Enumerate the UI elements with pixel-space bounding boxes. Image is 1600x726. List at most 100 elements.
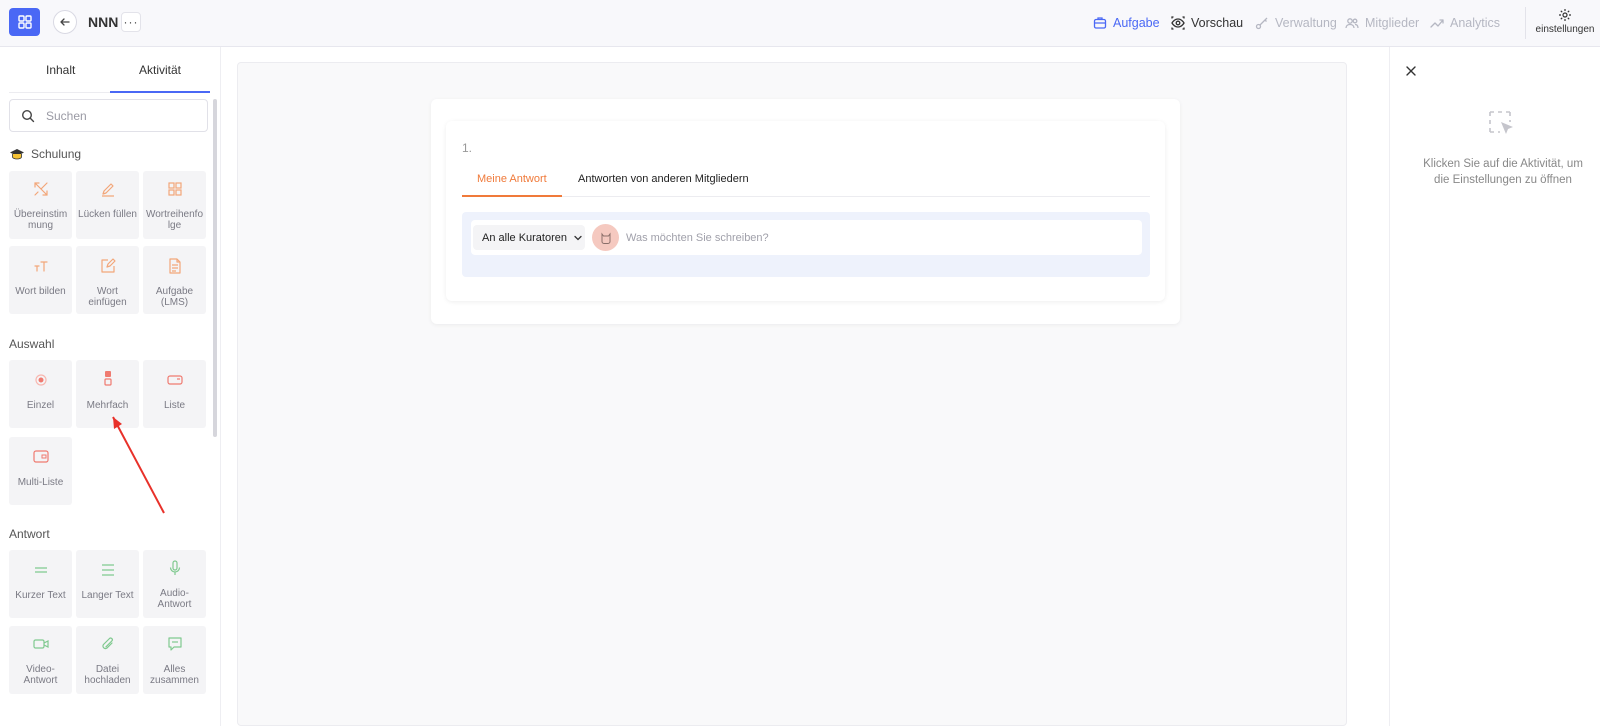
nav-verwaltung-label: Verwaltung [1275, 16, 1337, 30]
checkbox-stack-icon [104, 371, 112, 386]
nav-vorschau-label: Vorschau [1191, 16, 1244, 30]
answer-tabs-divider [462, 196, 1150, 197]
sidebar-tabs: Inhalt Aktivität [9, 47, 210, 93]
top-bar: NNN ··· Aufgabe Vorschau Verwaltung Mitg… [0, 0, 1600, 47]
activity-card-aufgabe-lms[interactable]: Aufgabe (LMS) [143, 246, 206, 314]
activity-card-datei-hochladen[interactable]: Datei hochladen [76, 626, 139, 694]
activity-card-label: Multi-Liste [17, 477, 64, 488]
project-title: NNN [88, 14, 119, 30]
pencil-icon [102, 183, 114, 197]
tab-aktivitaet[interactable]: Aktivität [139, 63, 181, 77]
multi-dropdown-icon [33, 450, 49, 463]
activity-card-uebereinstimmung[interactable]: Übereinstim mung [9, 171, 72, 239]
tab-antworten-anderer[interactable]: Antworten von anderen Mitgliedern [578, 173, 749, 185]
activity-card-label: Aufgabe (LMS) [155, 286, 194, 308]
activity-card-label: Lücken füllen [78, 209, 137, 220]
activity-card-kurzer-text[interactable]: Kurzer Text [9, 550, 72, 618]
back-button[interactable] [53, 10, 77, 34]
activity-card-wortreihenfolge[interactable]: Wortreihenfo lge [143, 171, 206, 239]
cat-avatar-icon [601, 232, 610, 244]
close-icon[interactable] [1404, 64, 1418, 78]
section-title-schulung-label: Schulung [31, 147, 82, 161]
grid-icon [17, 15, 32, 29]
activity-card-multi-liste[interactable]: Multi-Liste [9, 437, 72, 505]
audience-select[interactable]: An alle Kuratoren [473, 225, 585, 250]
nav-verwaltung[interactable]: Verwaltung [1255, 14, 1337, 32]
users-icon [1345, 18, 1359, 29]
avatar [592, 224, 619, 251]
activity-card-label: Langer Text [81, 590, 134, 601]
section-title-antwort: Antwort [9, 527, 50, 541]
paperclip-icon [102, 637, 113, 650]
nav-aufgabe-label: Aufgabe [1113, 16, 1160, 30]
settings-label: einstellungen [1535, 24, 1595, 35]
trend-icon [1430, 19, 1444, 28]
match-icon [34, 182, 48, 196]
activity-card-langer-text[interactable]: Langer Text [76, 550, 139, 618]
dropdown-icon [167, 375, 183, 385]
key-icon [1255, 17, 1268, 30]
sidebar-scrollbar[interactable] [213, 99, 217, 437]
tab-inhalt[interactable]: Inhalt [46, 63, 75, 77]
long-text-icon [102, 564, 114, 576]
nav-analytics[interactable]: Analytics [1430, 14, 1500, 32]
question-number: 1. [462, 141, 473, 155]
annotation-arrow-icon [112, 416, 165, 514]
short-text-icon [35, 567, 47, 573]
gear-icon [1559, 9, 1571, 21]
edit-box-icon [101, 258, 116, 273]
chat-icon [168, 637, 182, 651]
eye-icon [1171, 16, 1185, 30]
nav-analytics-label: Analytics [1450, 16, 1501, 30]
apps-grid-button[interactable] [9, 8, 40, 36]
search-box [9, 99, 208, 132]
activity-card-label: Übereinstim mung [13, 209, 68, 231]
reply-placeholder[interactable]: Was möchten Sie schreiben? [626, 232, 769, 244]
active-tab-indicator [110, 91, 210, 93]
activity-card-label: Einzel [26, 400, 55, 411]
empty-state-text: Klicken Sie auf die Aktivität, um die Ei… [1423, 158, 1583, 186]
graduation-cap-icon [10, 149, 24, 160]
activity-card-label: Wort bilden [15, 286, 66, 297]
microphone-icon [169, 560, 181, 575]
topbar-divider [1525, 7, 1526, 39]
section-title-schulung: Schulung [9, 147, 81, 161]
nav-vorschau[interactable]: Vorschau [1171, 14, 1243, 32]
search-icon [21, 109, 35, 123]
nav-mitglieder[interactable]: Mitglieder [1345, 14, 1419, 32]
tab-meine-antwort[interactable]: Meine Antwort [477, 173, 547, 185]
activity-sidebar: Inhalt Aktivität Schulung Übereinstim mu… [0, 47, 221, 726]
activity-card-label: Video-Antwort [23, 664, 58, 686]
activity-card-label: Audio-Antwort [157, 588, 192, 610]
activity-card-label: Datei hochladen [84, 664, 131, 686]
radio-icon [35, 374, 47, 386]
document-icon [169, 258, 181, 274]
chevron-down-icon [574, 235, 582, 240]
activity-card-wort-bilden[interactable]: Wort bilden [9, 246, 72, 314]
settings-button[interactable]: einstellungen [1534, 8, 1596, 35]
activity-card-wort-einfuegen[interactable]: Wort einfügen [76, 246, 139, 314]
activity-card-einzel[interactable]: Einzel [9, 360, 72, 428]
activity-card-label: Kurzer Text [15, 590, 66, 601]
grid-icon [168, 182, 182, 196]
activity-card-audio-antwort[interactable]: Audio-Antwort [143, 550, 206, 618]
more-options-button[interactable]: ··· [121, 12, 141, 32]
text-size-icon [34, 261, 48, 272]
video-icon [33, 639, 49, 649]
nav-mitglieder-label: Mitglieder [1365, 16, 1420, 30]
activity-card-label: Alles zusammen [150, 664, 199, 686]
section-title-auswahl-label: Auswahl [9, 337, 55, 351]
settings-panel [1389, 47, 1600, 726]
nav-aufgabe[interactable]: Aufgabe [1093, 14, 1160, 32]
select-cursor-icon [1489, 111, 1513, 134]
briefcase-icon [1093, 17, 1107, 29]
activity-card-video-antwort[interactable]: Video-Antwort [9, 626, 72, 694]
section-title-antwort-label: Antwort [9, 527, 50, 541]
search-input[interactable] [46, 107, 196, 125]
activity-card-label: Wortreihenfo lge [145, 209, 204, 231]
section-title-auswahl: Auswahl [9, 337, 54, 351]
answer-tab-indicator [462, 195, 562, 197]
activity-card-alles-zusammen[interactable]: Alles zusammen [143, 626, 206, 694]
activity-card-luecken-fuellen[interactable]: Lücken füllen [76, 171, 139, 239]
activity-card-label: Wort einfügen [88, 286, 127, 308]
